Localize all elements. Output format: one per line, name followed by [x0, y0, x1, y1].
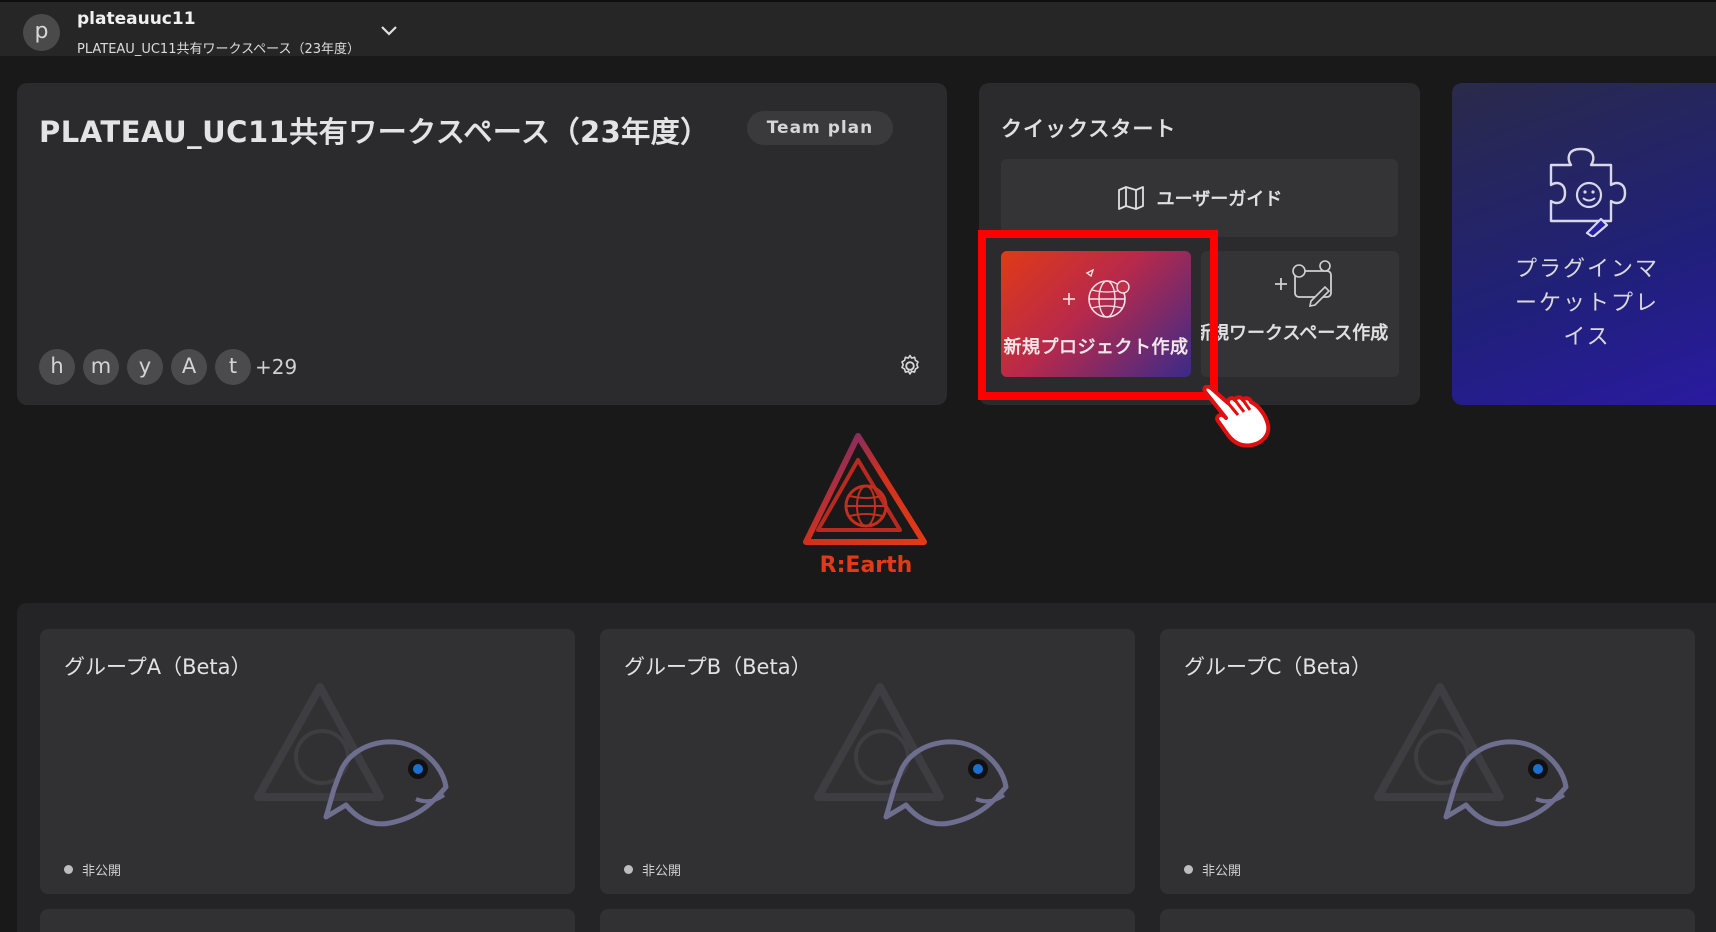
visibility-status: 非公開 — [624, 860, 681, 879]
visibility-label: 非公開 — [1202, 864, 1242, 879]
pointing-hand-icon — [1202, 385, 1271, 448]
quickstart-title: クイックスタート — [1001, 117, 1177, 141]
project-thumbnail-placeholder — [1374, 683, 1569, 827]
workspace-card: PLATEAU_UC11共有ワークスペース（23年度） Team plan h … — [17, 83, 947, 405]
visibility-status: 非公開 — [1184, 860, 1241, 879]
visibility-label: 非公開 — [642, 864, 682, 879]
visibility-label: 非公開 — [82, 864, 122, 879]
projects-panel: グループA（Beta） 非公開 グループB（Beta） 非公開 グループC（Be… — [17, 603, 1716, 932]
user-guide-button[interactable]: ユーザーガイド — [1001, 159, 1398, 237]
member-avatars: h m y A t +29 — [39, 349, 297, 385]
new-workspace-button[interactable]: 新規ワークスペース作成 — [1201, 251, 1399, 377]
new-workspace-label: 新規ワークスペース作成 — [1201, 323, 1389, 344]
map-icon — [1117, 186, 1144, 210]
username[interactable]: plateauuc11 — [77, 9, 196, 29]
more-members-count[interactable]: +29 — [255, 349, 297, 385]
member-avatar[interactable]: m — [83, 349, 119, 385]
reearth-logo: R:Earth — [803, 433, 927, 578]
workspace-header: p plateauuc11 PLATEAU_UC11共有ワークスペース（23年度… — [0, 0, 1716, 57]
reearth-logo-text: R:Earth — [820, 553, 913, 578]
user-guide-label: ユーザーガイド — [1156, 189, 1283, 210]
project-thumbnail-placeholder — [814, 683, 1009, 827]
project-card[interactable] — [600, 909, 1135, 932]
chevron-down-icon[interactable] — [378, 20, 400, 42]
plugin-marketplace-card[interactable]: プラグインマーケットプレイス — [1452, 83, 1716, 405]
current-workspace-name[interactable]: PLATEAU_UC11共有ワークスペース（23年度） — [77, 38, 360, 57]
workspace-avatar[interactable]: p — [23, 14, 60, 51]
project-card[interactable] — [1160, 909, 1695, 932]
project-title: グループB（Beta） — [624, 655, 812, 679]
member-avatar[interactable]: h — [39, 349, 75, 385]
highlight-frame — [978, 230, 1218, 400]
project-title: グループC（Beta） — [1184, 655, 1372, 679]
status-dot-icon — [64, 865, 73, 874]
plan-badge: Team plan — [747, 111, 893, 145]
gear-icon[interactable] — [897, 353, 923, 379]
status-dot-icon — [624, 865, 633, 874]
project-card[interactable]: グループC（Beta） 非公開 — [1160, 629, 1695, 894]
member-avatar[interactable]: y — [127, 349, 163, 385]
puzzle-piece-icon — [1549, 147, 1627, 237]
status-dot-icon — [1184, 865, 1193, 874]
project-thumbnail-placeholder — [254, 683, 449, 827]
project-card[interactable] — [40, 909, 575, 932]
new-workspace-icon — [1275, 260, 1332, 307]
plugin-marketplace-label: プラグインマーケットプレイス — [1514, 257, 1659, 350]
member-avatar[interactable]: t — [215, 349, 251, 385]
project-title: グループA（Beta） — [64, 655, 252, 679]
member-avatar[interactable]: A — [171, 349, 207, 385]
workspace-title: PLATEAU_UC11共有ワークスペース（23年度） — [39, 115, 710, 149]
project-card[interactable]: グループB（Beta） 非公開 — [600, 629, 1135, 894]
project-card[interactable]: グループA（Beta） 非公開 — [40, 629, 575, 894]
visibility-status: 非公開 — [64, 860, 121, 879]
